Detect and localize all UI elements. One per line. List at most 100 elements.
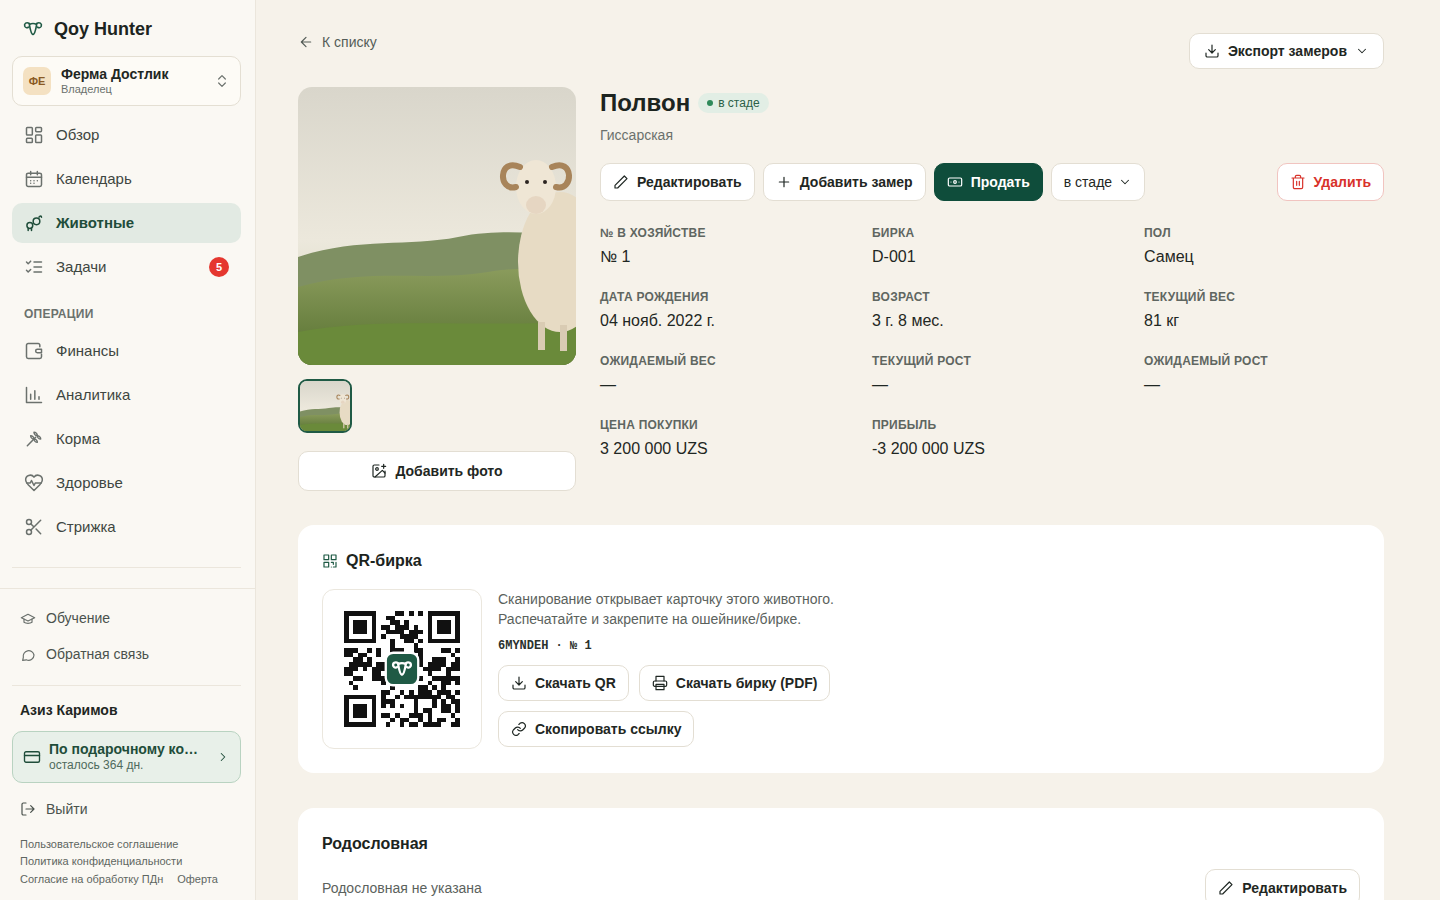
legal-link[interactable]: Пользовательское соглашение xyxy=(20,836,241,854)
help-link[interactable]: Обучение xyxy=(12,601,241,637)
detail-label: ОЖИДАЕМЫЙ РОСТ xyxy=(1144,353,1384,369)
detail-value: — xyxy=(600,373,872,397)
farm-name: Ферма Достлик xyxy=(61,66,168,83)
main-nav: ОбзорКалендарь Животные Задачи5 xyxy=(12,115,241,287)
animal-title-row: Полвонв стаде xyxy=(600,87,1384,119)
detail-label: ТЕКУЩИЙ РОСТ xyxy=(872,353,1144,369)
chevron-down-icon xyxy=(1118,175,1132,189)
sidebar-item-label: Корма xyxy=(56,428,100,451)
qr-code-id: 6MYNDEH · № 1 xyxy=(498,637,878,655)
wheat-icon xyxy=(24,429,44,449)
photo-thumbnail[interactable] xyxy=(298,379,352,433)
sidebar-item-label: Животные xyxy=(56,212,134,235)
sidebar-item-label: Аналитика xyxy=(56,384,130,407)
farm-role: Владелец xyxy=(61,83,168,96)
detail-value: Самец xyxy=(1144,245,1384,269)
detail-label: ЦЕНА ПОКУПКИ xyxy=(600,417,872,433)
chevron-up-down-icon xyxy=(214,73,230,89)
detail-label: ОЖИДАЕМЫЙ ВЕС xyxy=(600,353,872,369)
copy-link-button[interactable]: Скопировать ссылку xyxy=(498,711,694,747)
detail-field: ПОЛ Самец xyxy=(1144,225,1384,269)
back-link[interactable]: К списку xyxy=(298,32,377,52)
sidebar-item-label: Задачи xyxy=(56,256,106,279)
sidebar-main: Qoy Hunter ФЕФерма ДостликВладелец ОбзорКа… xyxy=(0,0,255,588)
details-grid: № В ХОЗЯЙСТВЕ№ 1БИРКАD-001ПОЛСамецДАТА Р… xyxy=(600,225,1384,461)
download-icon xyxy=(1204,43,1220,59)
banknote-icon xyxy=(947,174,963,190)
wallet-icon xyxy=(24,341,44,361)
legal-link[interactable]: Политика конфиденциальности xyxy=(20,853,241,871)
status-badge: в стаде xyxy=(698,93,768,113)
logout-link[interactable]: Выйти xyxy=(12,799,241,820)
add-photo-button[interactable]: Добавить фото xyxy=(298,451,576,491)
qr-info: Сканирование открывает карточку этого жи… xyxy=(498,589,878,747)
plan-info: По подарочному ко…осталось 364 дн. xyxy=(49,740,208,773)
detail-field: № В ХОЗЯЙСТВЕ№ 1 xyxy=(600,225,872,269)
sidebar-item[interactable]: Задачи5 xyxy=(12,247,241,287)
download-tag-pdf-button[interactable]: Скачать бирку (PDF) xyxy=(639,665,831,701)
sidebar-item[interactable]: Корма xyxy=(12,419,241,459)
sell-button[interactable]: Продать xyxy=(934,163,1043,201)
download-qr-button[interactable]: Скачать QR xyxy=(498,665,629,701)
sidebar-item[interactable]: Здоровье xyxy=(12,463,241,503)
animal-photo xyxy=(298,87,576,365)
checklist-icon xyxy=(24,257,44,277)
farm-switcher[interactable]: ФЕФерма ДостликВладелец xyxy=(12,56,241,106)
sidebar-divider xyxy=(12,567,241,568)
detail-label: ТЕКУЩИЙ ВЕС xyxy=(1144,289,1384,305)
pedigree-card: РодословнаяРодословная не указанаРедакти… xyxy=(298,808,1384,900)
user-name: Азиз Каримов xyxy=(12,686,241,720)
status-dot xyxy=(707,100,713,106)
sidebar-item[interactable]: Стрижка xyxy=(12,507,241,547)
edit-pedigree-button[interactable]: Редактировать xyxy=(1205,869,1360,900)
help-link[interactable]: Обратная связь xyxy=(12,637,241,673)
sidebar-item-label: Финансы xyxy=(56,340,119,363)
sidebar-item[interactable]: Финансы xyxy=(12,331,241,371)
status-select[interactable]: в стаде xyxy=(1051,163,1145,201)
detail-field: ТЕКУЩИЙ ВЕС81 кг xyxy=(1144,289,1384,333)
photo-thumbnails xyxy=(298,379,576,433)
arrow-left-icon xyxy=(298,34,314,50)
legal-link[interactable]: Согласие на обработку ПДн xyxy=(20,871,163,889)
sidebar-item[interactable]: Календарь xyxy=(12,159,241,199)
detail-label: ПОЛ xyxy=(1144,225,1384,241)
pedigree-empty-text: Родословная не указана xyxy=(322,878,482,898)
detail-value: № 1 xyxy=(600,245,872,269)
sidebar-item-label: Стрижка xyxy=(56,516,116,539)
qr-description: Сканирование открывает карточку этого жи… xyxy=(498,589,878,609)
subscription-card[interactable]: По подарочному ко…осталось 364 дн. xyxy=(12,731,241,783)
add-photo-button-label: Добавить фото xyxy=(395,462,502,480)
operations-nav: Финансы Аналитика Корма Здоровье Стрижка xyxy=(12,331,241,547)
sidebar-item[interactable]: Аналитика xyxy=(12,375,241,415)
chevron-right-icon xyxy=(216,750,230,764)
copy-link-button-label: Скопировать ссылку xyxy=(535,720,681,738)
add-measurement-button[interactable]: Добавить замер xyxy=(763,163,926,201)
detail-field: ЦЕНА ПОКУПКИ3 200 000 UZS xyxy=(600,417,872,461)
sidebar-divider xyxy=(12,685,241,686)
logout-label: Выйти xyxy=(46,799,87,820)
legal-link[interactable]: Оферта xyxy=(177,871,218,889)
delete-button-label: Удалить xyxy=(1314,173,1371,191)
detail-field: ДАТА РОЖДЕНИЯ04 нояб. 2022 г. xyxy=(600,289,872,333)
edit-pedigree-button-label: Редактировать xyxy=(1242,879,1347,897)
action-bar: Редактировать Добавить замерПродать в стад… xyxy=(600,163,1384,201)
detail-field: ОЖИДАЕМЫЙ ВЕС — xyxy=(600,353,872,397)
back-link-label: К списку xyxy=(322,32,377,52)
operations-heading: ОПЕРАЦИИ xyxy=(12,307,241,321)
sidebar-item[interactable]: Обзор xyxy=(12,115,241,155)
main-content: К списку Экспорт замеров Добавить фото Полв… xyxy=(256,0,1440,900)
status-select-label: в стаде xyxy=(1064,173,1112,191)
edit-button-label: Редактировать xyxy=(637,173,742,191)
edit-button[interactable]: Редактировать xyxy=(600,163,755,201)
plan-title: По подарочному ко… xyxy=(49,740,208,758)
export-button[interactable]: Экспорт замеров xyxy=(1189,33,1384,69)
detail-value: — xyxy=(1144,373,1384,397)
scissors-icon xyxy=(24,517,44,537)
detail-field: ОЖИДАЕМЫЙ РОСТ — xyxy=(1144,353,1384,397)
farm-info: Ферма ДостликВладелец xyxy=(61,66,168,96)
app-logo[interactable]: Qoy Hunter xyxy=(12,16,241,42)
graduation-cap-icon xyxy=(20,611,36,627)
sidebar-item[interactable]: Животные xyxy=(12,203,241,243)
trash-icon xyxy=(1290,174,1306,190)
delete-button[interactable]: Удалить xyxy=(1277,163,1384,201)
